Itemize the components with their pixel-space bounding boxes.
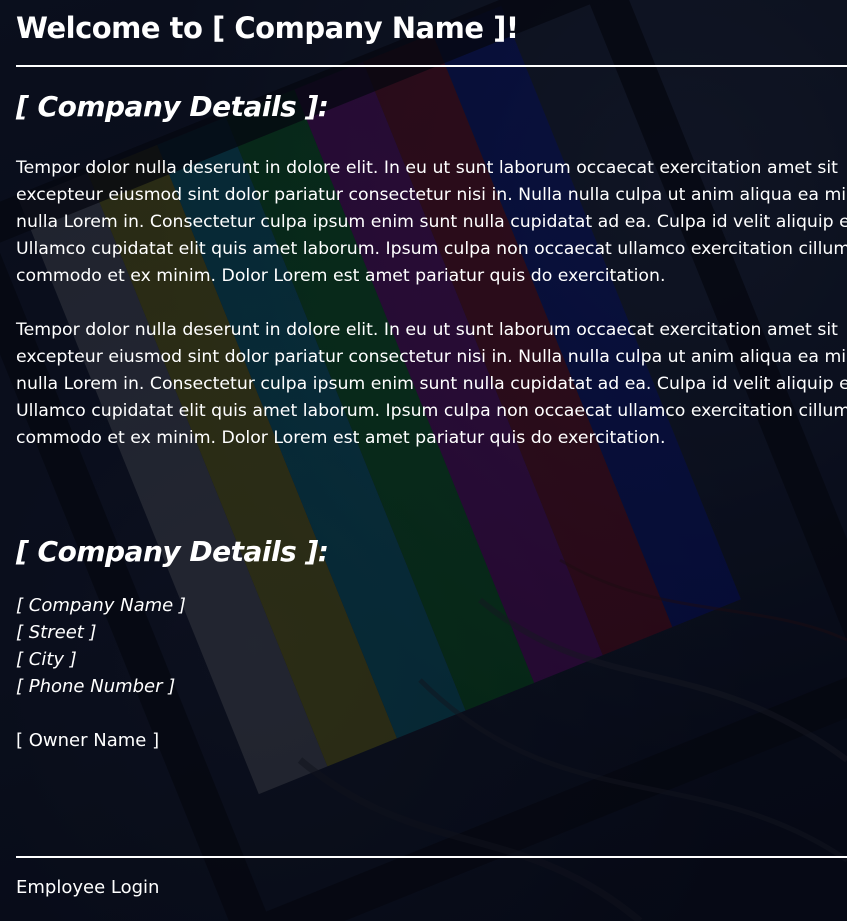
company-phone: [ Phone Number ]: [16, 676, 176, 697]
page: Welcome to [ Company Name ]! [ Company D…: [0, 0, 847, 921]
main-content: Welcome to [ Company Name ]! [ Company D…: [0, 0, 847, 921]
section-heading-company-details-2: [ Company Details ]:: [16, 535, 329, 568]
page-title: Welcome to [ Company Name ]!: [16, 11, 519, 45]
footer-divider: [16, 856, 847, 858]
intro-paragraph-2: Tempor dolor nulla deserunt in dolore el…: [16, 320, 847, 448]
intro-paragraph-1: Tempor dolor nulla deserunt in dolore el…: [16, 158, 847, 286]
company-city: [ City ]: [16, 649, 77, 670]
header-divider: [16, 65, 847, 67]
owner-name: [ Owner Name ]: [16, 730, 160, 751]
company-name: [ Company Name ]: [16, 595, 186, 616]
employee-login-link[interactable]: Employee Login: [16, 874, 159, 901]
company-street: [ Street ]: [16, 622, 97, 643]
section-heading-company-details: [ Company Details ]:: [16, 90, 329, 123]
company-details-block: [ Company Name ] [ Street ] [ City ] [ P…: [16, 592, 847, 754]
